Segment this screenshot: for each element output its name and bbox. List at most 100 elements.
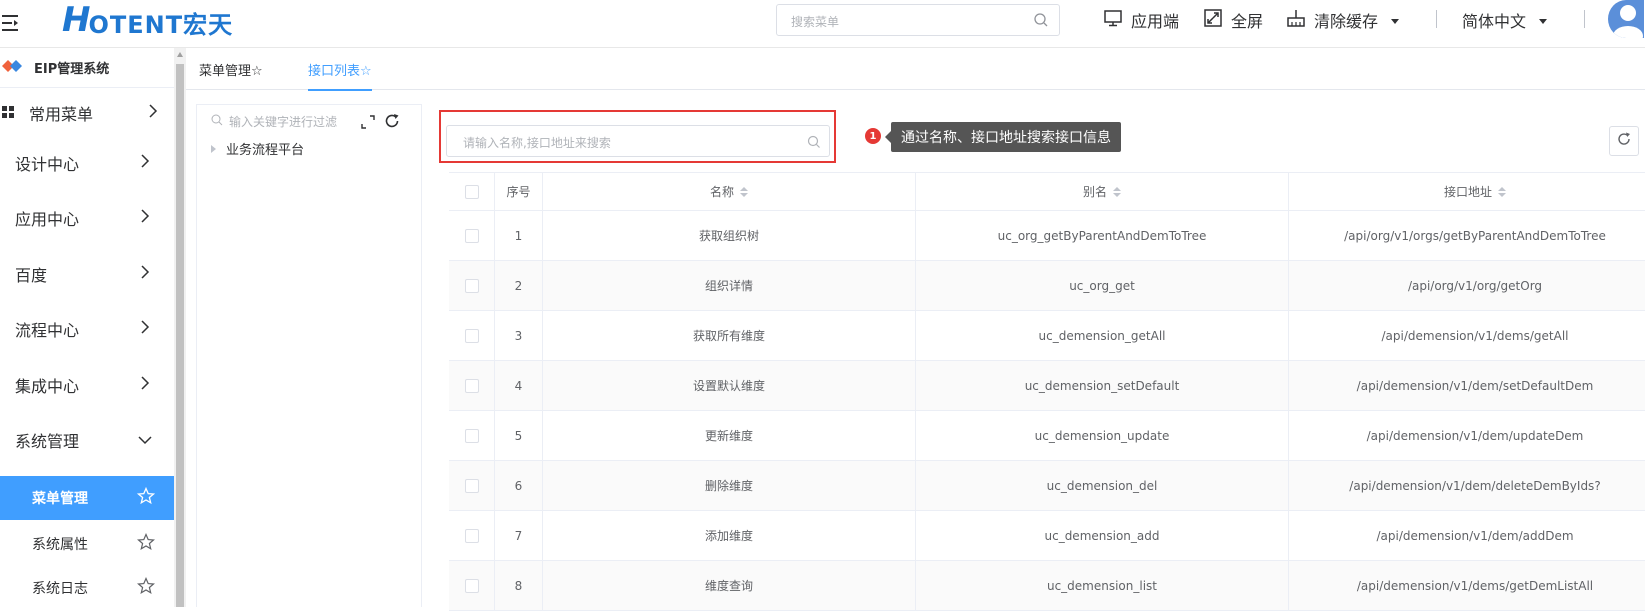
tab-bar: 菜单管理☆ 接口列表☆ [186,48,1645,91]
app-client-label: 应用端 [1131,12,1180,31]
chevron-right-icon [140,208,150,227]
cell-name: 维度查询 [542,561,915,610]
table-row[interactable]: 2 组织详情 uc_org_get /api/org/v1/org/getOrg [449,261,1645,311]
expand-arrow-icon[interactable] [211,144,216,153]
sidebar-scrollbar[interactable] [174,48,186,607]
select-all-checkbox[interactable] [464,184,479,199]
system-title[interactable]: EIP管理系统 [0,48,174,88]
row-select-cell [449,211,494,260]
cell-path: /api/demension/v1/dem/addDem [1288,511,1645,560]
header-divider [1436,10,1437,28]
tree-tools [361,112,401,134]
header-path-label: 接口地址 [1443,185,1492,199]
row-select-cell [449,511,494,560]
sort-icon[interactable] [1113,186,1121,197]
scroll-up-arrow-icon[interactable] [177,52,183,57]
tree-filter-placeholder: 输入关键字进行过滤 [229,115,338,129]
sidebar-item-design-center[interactable]: 设计中心 [0,135,174,190]
cell-path: /api/demension/v1/dems/getDemListAll [1288,561,1645,610]
table-row[interactable]: 7 添加维度 uc_demension_add /api/demension/v… [449,511,1645,561]
sidebar-subitem-system-logs[interactable]: 系统日志 [0,566,174,610]
search-icon [211,114,229,129]
sort-icon[interactable] [740,186,748,197]
header-path[interactable]: 接口地址 [1288,173,1645,210]
row-checkbox[interactable] [464,578,479,593]
grid-icon [2,103,14,122]
sidebar-subitem-label: 系统属性 [32,537,88,553]
refresh-button[interactable] [1609,126,1639,156]
system-logo-icon [2,59,22,77]
api-table: 序号 名称 别名 接口地址 1 获取组织树 uc_org_getByParent… [449,172,1645,611]
cell-path: /api/demension/v1/dem/updateDem [1288,411,1645,460]
scrollbar-thumb[interactable] [176,64,184,607]
row-checkbox[interactable] [464,428,479,443]
chevron-right-icon [140,375,150,394]
table-row[interactable]: 3 获取所有维度 uc_demension_getAll /api/demens… [449,311,1645,361]
table-header-row: 序号 名称 别名 接口地址 [449,173,1645,211]
sidebar-subitem-label: 菜单管理 [32,491,88,507]
sidebar-item-label: 集成中心 [15,376,80,396]
fullscreen-icon [1203,8,1231,32]
logo-text: OTENT宏天 [88,10,234,39]
star-icon[interactable] [136,486,156,509]
row-checkbox[interactable] [464,528,479,543]
refresh-icon[interactable] [383,112,401,134]
row-checkbox[interactable] [464,228,479,243]
tree-filter-input[interactable]: 输入关键字进行过滤 [211,113,337,130]
cell-alias: uc_org_getByParentAndDemToTree [915,211,1288,260]
cell-name: 删除维度 [542,461,915,510]
tree-node-root[interactable]: 业务流程平台 [211,139,304,158]
callout-tooltip: 通过名称、接口地址搜索接口信息 [885,122,1121,152]
cell-index: 3 [494,311,542,360]
table-row[interactable]: 4 设置默认维度 uc_demension_setDefault /api/de… [449,361,1645,411]
chevron-right-icon [140,153,150,172]
sidebar-item-label: 常用菜单 [29,104,94,124]
sidebar-item-favorites[interactable]: 常用菜单 [0,85,174,140]
sidebar-item-baidu[interactable]: 百度 [0,246,174,301]
header-name[interactable]: 名称 [542,173,915,210]
fullscreen-button[interactable]: 全屏 [1203,8,1263,32]
cell-path: /api/demension/v1/dem/setDefaultDem [1288,361,1645,410]
menu-toggle-icon[interactable] [0,12,22,34]
clear-cache-dropdown[interactable]: 清除缓存 [1286,8,1408,32]
sidebar-item-app-center[interactable]: 应用中心 [0,190,174,245]
user-avatar[interactable] [1608,0,1644,38]
cell-index: 1 [494,211,542,260]
sidebar-item-label: 设计中心 [15,154,80,174]
row-checkbox[interactable] [464,378,479,393]
table-row[interactable]: 8 维度查询 uc_demension_list /api/demension/… [449,561,1645,611]
sort-icon[interactable] [1498,186,1506,197]
tab-menu-management[interactable]: 菜单管理☆ [199,48,263,90]
row-checkbox[interactable] [464,478,479,493]
header-alias[interactable]: 别名 [915,173,1288,210]
search-icon[interactable] [1033,12,1049,32]
language-dropdown[interactable]: 简体中文 [1462,8,1556,32]
app-client-button[interactable]: 应用端 [1103,8,1179,32]
sidebar-item-process-center[interactable]: 流程中心 [0,301,174,356]
star-icon[interactable] [137,576,155,599]
tab-api-list[interactable]: 接口列表☆ [308,48,372,91]
cell-alias: uc_demension_add [915,511,1288,560]
cell-name: 设置默认维度 [542,361,915,410]
sidebar-item-integration-center[interactable]: 集成中心 [0,357,174,412]
cell-index: 4 [494,361,542,410]
cell-name: 更新维度 [542,411,915,460]
app-logo[interactable]: H OTENT宏天 [62,0,233,40]
tree-panel: 输入关键字进行过滤 业务流程平台 [196,104,422,607]
row-checkbox[interactable] [464,278,479,293]
cell-index: 7 [494,511,542,560]
table-row[interactable]: 1 获取组织树 uc_org_getByParentAndDemToTree /… [449,211,1645,261]
table-row[interactable]: 6 删除维度 uc_demension_del /api/demension/v… [449,461,1645,511]
sidebar-subitem-menu-management[interactable]: 菜单管理 [0,476,174,520]
sidebar-item-label: 百度 [15,265,48,285]
sidebar-subitem-system-properties[interactable]: 系统属性 [0,522,174,566]
row-checkbox[interactable] [464,328,479,343]
callout-text: 通过名称、接口地址搜索接口信息 [901,130,1111,146]
caret-down-icon [1538,11,1556,30]
expand-icon[interactable] [361,114,375,133]
table-row[interactable]: 5 更新维度 uc_demension_update /api/demensio… [449,411,1645,461]
sidebar-item-system-management[interactable]: 系统管理 [0,412,174,467]
star-icon[interactable] [137,532,155,555]
sidebar-subitem-label: 系统日志 [32,581,88,597]
menu-search-input[interactable]: 搜索菜单 [776,4,1060,36]
